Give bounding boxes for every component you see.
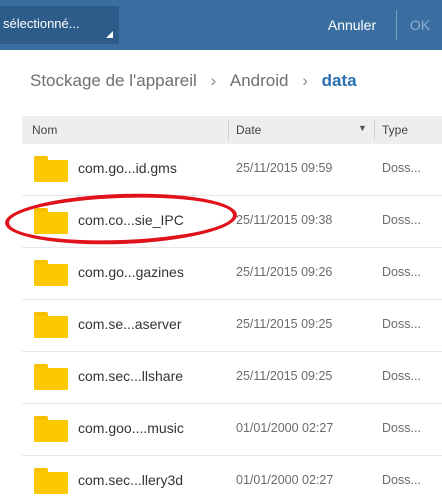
file-row[interactable]: com.se...aserver 25/11/2015 09:25 Doss..… [22, 300, 442, 352]
column-header-type[interactable]: Type [382, 123, 408, 137]
column-header-name[interactable]: Nom [32, 123, 57, 137]
file-name: com.go...id.gms [78, 160, 177, 176]
folder-icon [34, 260, 68, 286]
breadcrumb-item-storage[interactable]: Stockage de l'appareil [30, 71, 197, 91]
file-date: 01/01/2000 02:27 [236, 473, 334, 487]
file-type: Doss... [382, 265, 421, 279]
file-name: com.se...aserver [78, 316, 182, 332]
column-divider [374, 120, 375, 140]
folder-icon [34, 416, 68, 442]
file-type: Doss... [382, 161, 421, 175]
file-name: com.sec...llshare [78, 368, 184, 384]
action-bar: sélectionné... Annuler OK [0, 0, 442, 50]
file-date: 01/01/2000 02:27 [236, 421, 334, 435]
breadcrumb-item-android[interactable]: Android [230, 71, 289, 91]
file-date: 25/11/2015 09:25 [236, 369, 333, 383]
action-divider [396, 10, 397, 40]
file-type: Doss... [382, 369, 421, 383]
sort-descending-icon[interactable]: ▼ [358, 123, 367, 133]
cancel-button[interactable]: Annuler [315, 8, 389, 42]
file-row[interactable]: com.sec...llery3d 01/01/2000 02:27 Doss.… [22, 456, 442, 503]
ok-button[interactable]: OK [400, 8, 440, 42]
chevron-right-icon: › [210, 70, 217, 90]
folder-icon [34, 312, 68, 338]
file-row[interactable]: com.go...gazines 25/11/2015 09:26 Doss..… [22, 248, 442, 300]
file-type: Doss... [382, 473, 421, 487]
folder-icon [34, 156, 68, 182]
column-header: Nom Date ▼ Type [22, 116, 442, 144]
file-row[interactable]: com.co...sie_IPC 25/11/2015 09:38 Doss..… [22, 196, 442, 248]
file-date: 25/11/2015 09:26 [236, 265, 333, 279]
file-type: Doss... [382, 213, 421, 227]
file-row[interactable]: com.sec...llshare 25/11/2015 09:25 Doss.… [22, 352, 442, 404]
folder-icon [34, 468, 68, 494]
breadcrumb: Stockage de l'appareil › Android › data [30, 70, 357, 100]
file-row[interactable]: com.goo....music 01/01/2000 02:27 Doss..… [22, 404, 442, 456]
selection-label: sélectionné... [3, 16, 80, 31]
column-divider [228, 120, 229, 140]
file-date: 25/11/2015 09:25 [236, 317, 333, 331]
file-name: com.go...gazines [78, 264, 184, 280]
selection-dropdown[interactable]: sélectionné... [0, 6, 119, 44]
breadcrumb-item-current: data [321, 70, 357, 90]
file-name: com.sec...llery3d [78, 472, 184, 488]
folder-icon [34, 208, 68, 234]
chevron-right-icon: › [302, 70, 308, 90]
file-type: Doss... [382, 421, 421, 435]
column-header-date[interactable]: Date [236, 123, 261, 137]
file-date: 25/11/2015 09:38 [236, 213, 333, 227]
file-name: com.co...sie_IPC [78, 212, 184, 228]
folder-icon [34, 364, 68, 390]
file-type: Doss... [382, 317, 421, 331]
file-date: 25/11/2015 09:59 [236, 161, 333, 175]
dropdown-triangle-icon [106, 31, 113, 38]
file-name: com.goo....music [78, 420, 184, 436]
file-row[interactable]: com.go...id.gms 25/11/2015 09:59 Doss... [22, 144, 442, 196]
